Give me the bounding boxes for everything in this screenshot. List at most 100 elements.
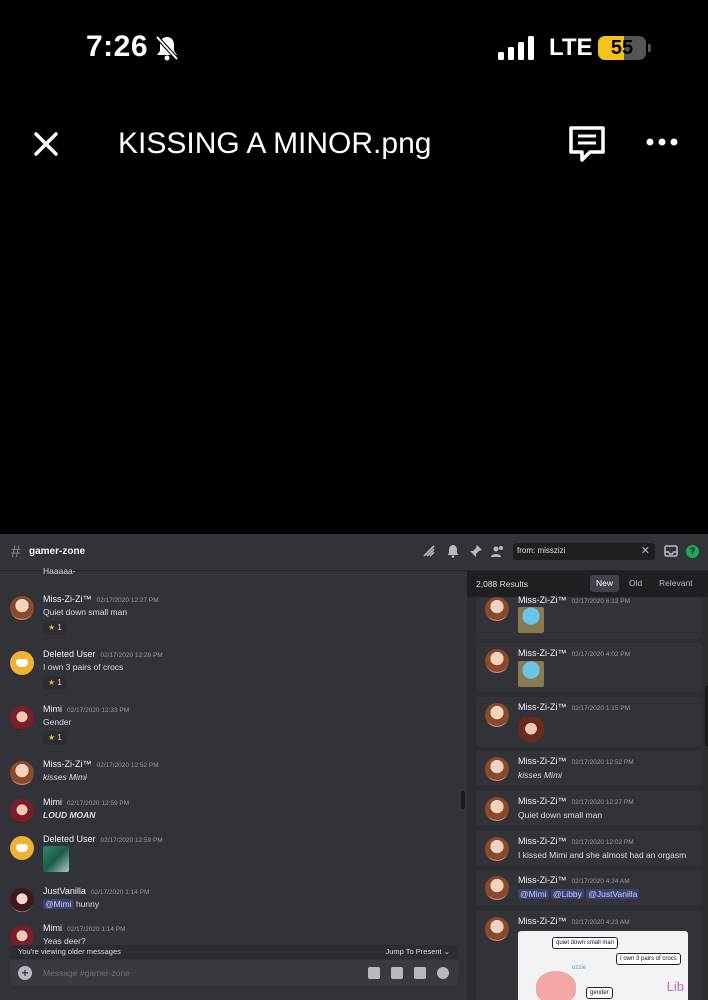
add-attachment-icon[interactable]: + — [18, 966, 32, 980]
avatar[interactable] — [10, 836, 34, 860]
username[interactable]: Deleted User — [43, 834, 96, 844]
attachment-image — [518, 661, 544, 687]
avatar[interactable] — [10, 651, 34, 675]
message-header: Miss-Zi-Zi™ 02/17/2020 12:27 PM — [43, 594, 159, 604]
threads-icon[interactable] — [422, 544, 436, 558]
username[interactable]: Deleted User — [43, 649, 96, 659]
comic-label: ozzie — [572, 965, 587, 971]
message-composer[interactable]: + Message #gamer-zone — [10, 960, 458, 986]
avatar[interactable] — [10, 761, 34, 785]
attachment-image — [518, 607, 544, 633]
attachment-image[interactable] — [43, 846, 69, 872]
comic-bubble: quiet down small man — [552, 937, 619, 949]
bell-icon[interactable] — [446, 544, 460, 558]
username[interactable]: Miss-Zi-Zi™ — [43, 759, 92, 769]
message-header: Mimi 02/17/2020 12:33 PM — [43, 704, 129, 714]
message-header: Deleted User 02/17/2020 12:28 PM — [43, 649, 163, 659]
more-options-icon[interactable] — [644, 132, 680, 152]
username[interactable]: JustVanilla — [43, 886, 86, 896]
search-query: from: misszizi — [517, 546, 566, 555]
result-item[interactable]: Miss-Zi-Zi™ 02/17/2020 12:27 PM Quiet dow… — [476, 791, 702, 826]
comic-bubble: I own 3 pairs of crocs — [616, 953, 681, 965]
clear-search-icon[interactable]: ✕ — [641, 544, 650, 557]
message-header: JustVanilla 02/17/2020 1:14 PM — [43, 886, 149, 896]
search-results-panel: 2,088 Results New Old Relevant Miss-Zi-Z… — [467, 571, 708, 1000]
username[interactable]: Mimi — [43, 704, 62, 714]
viewer-top-bar: KISSING A MINOR.png — [0, 110, 708, 180]
message-text: I own 3 pairs of crocs — [43, 662, 124, 672]
signal-icon — [498, 36, 534, 60]
timestamp: 02/17/2020 1:15 PM — [571, 705, 631, 712]
result-item[interactable]: Miss-Zi-Zi™ 02/17/2020 12:52 PM kisses Mi… — [476, 751, 702, 786]
status-time: 7:26 — [86, 30, 149, 63]
timestamp: 02/17/2020 12:59 PM — [67, 800, 130, 807]
chat-pane: Haaaaa- Miss-Zi-Zi™ 02/17/2020 12:27 PM Q… — [0, 566, 466, 1000]
help-icon[interactable]: ? — [686, 545, 699, 558]
result-text: @Mimi @Libby @JustVanilla — [518, 889, 640, 899]
avatar[interactable] — [10, 596, 34, 620]
avatar[interactable] — [10, 706, 34, 730]
discord-screenshot: # gamer-zone from: misszizi ✕ ? Haaaaa- … — [0, 534, 708, 1000]
emoji-icon[interactable] — [437, 967, 449, 979]
tab-relevant[interactable]: Relevant — [653, 575, 699, 592]
result-item[interactable]: Miss-Zi-Zi™ 02/17/2020 4:24 AM @Mimi @Lib… — [476, 870, 702, 906]
message-text: @Mimi hunny — [43, 899, 99, 909]
jump-to-present-button[interactable]: Jump To Present ⌄ — [385, 947, 450, 956]
star-icon: ★ — [48, 678, 56, 687]
battery-icon: 55 — [598, 36, 646, 60]
search-input[interactable]: from: misszizi ✕ — [513, 543, 655, 560]
message-text: kisses Mimi — [43, 772, 87, 782]
result-item[interactable]: Miss-Zi-Zi™ 02/17/2020 4:23 AM quiet down… — [476, 911, 702, 1000]
result-header: Miss-Zi-Zi™ 02/17/2020 12:02 PM — [518, 836, 634, 846]
battery-level: 55 — [610, 37, 634, 59]
comic-bubble: gender — [586, 987, 613, 999]
timestamp: 02/17/2020 12:52 PM — [571, 759, 634, 766]
gif-icon[interactable] — [391, 967, 403, 979]
username: Miss-Zi-Zi™ — [518, 702, 567, 712]
reaction-star[interactable]: ★ 1 — [43, 621, 67, 635]
mention[interactable]: @Mimi — [43, 899, 74, 909]
message-header: Miss-Zi-Zi™ 02/17/2020 12:52 PM — [43, 759, 159, 769]
reaction-count: 1 — [57, 678, 62, 687]
older-notice: You're viewing older messages — [18, 947, 121, 956]
username: Miss-Zi-Zi™ — [518, 836, 567, 846]
message-header: Mimi 02/17/2020 1:14 PM — [43, 923, 126, 933]
avatar[interactable] — [10, 799, 34, 823]
result-item[interactable]: Miss-Zi-Zi™ 02/17/2020 1:15 PM — [476, 697, 702, 747]
status-bar: 7:26 LTE 55 — [0, 0, 708, 95]
result-header: Miss-Zi-Zi™ 02/17/2020 4:24 AM — [518, 875, 630, 885]
username[interactable]: Miss-Zi-Zi™ — [43, 594, 92, 604]
result-header: Miss-Zi-Zi™ 02/17/2020 12:52 PM — [518, 756, 634, 766]
result-item[interactable]: Miss-Zi-Zi™ 02/17/2020 12:02 PM I kissed … — [476, 831, 702, 866]
reaction-star[interactable]: ★ 1 — [43, 676, 67, 690]
avatar[interactable] — [10, 888, 34, 912]
comment-icon[interactable] — [568, 124, 606, 164]
comic-character — [536, 971, 576, 1000]
tab-new[interactable]: New — [590, 575, 620, 592]
chat-scrollbar[interactable] — [461, 791, 465, 809]
timestamp: 02/17/2020 12:27 PM — [571, 799, 634, 806]
result-header: Miss-Zi-Zi™ 02/17/2020 1:15 PM — [518, 702, 630, 712]
username[interactable]: Mimi — [43, 923, 62, 933]
username[interactable]: Mimi — [43, 797, 62, 807]
reaction-star[interactable]: ★ 1 — [43, 731, 67, 745]
sticker-icon[interactable] — [414, 967, 426, 979]
username: Miss-Zi-Zi™ — [518, 756, 567, 766]
pin-icon[interactable] — [469, 544, 483, 558]
avatar — [485, 797, 509, 821]
username: Miss-Zi-Zi™ — [518, 875, 567, 885]
mention: @JustVanilla — [586, 889, 640, 899]
avatar — [485, 649, 509, 673]
result-header: Miss-Zi-Zi™ 02/17/2020 4:02 PM — [518, 648, 630, 658]
timestamp: 02/17/2020 12:02 PM — [571, 839, 634, 846]
result-item[interactable]: Miss-Zi-Zi™ 02/17/2020 4:02 PM — [476, 643, 702, 692]
close-icon[interactable] — [30, 128, 62, 160]
members-icon[interactable] — [491, 544, 505, 558]
bell-muted-icon — [155, 35, 179, 61]
timestamp: 02/17/2020 6:12 PM — [571, 598, 631, 605]
result-item[interactable]: Miss-Zi-Zi™ 02/17/2020 6:12 PM — [476, 595, 702, 639]
gift-icon[interactable] — [368, 967, 380, 979]
message-header: Deleted User 02/17/2020 12:59 PM — [43, 834, 163, 844]
inbox-icon[interactable] — [664, 544, 678, 558]
tab-old[interactable]: Old — [623, 575, 648, 592]
